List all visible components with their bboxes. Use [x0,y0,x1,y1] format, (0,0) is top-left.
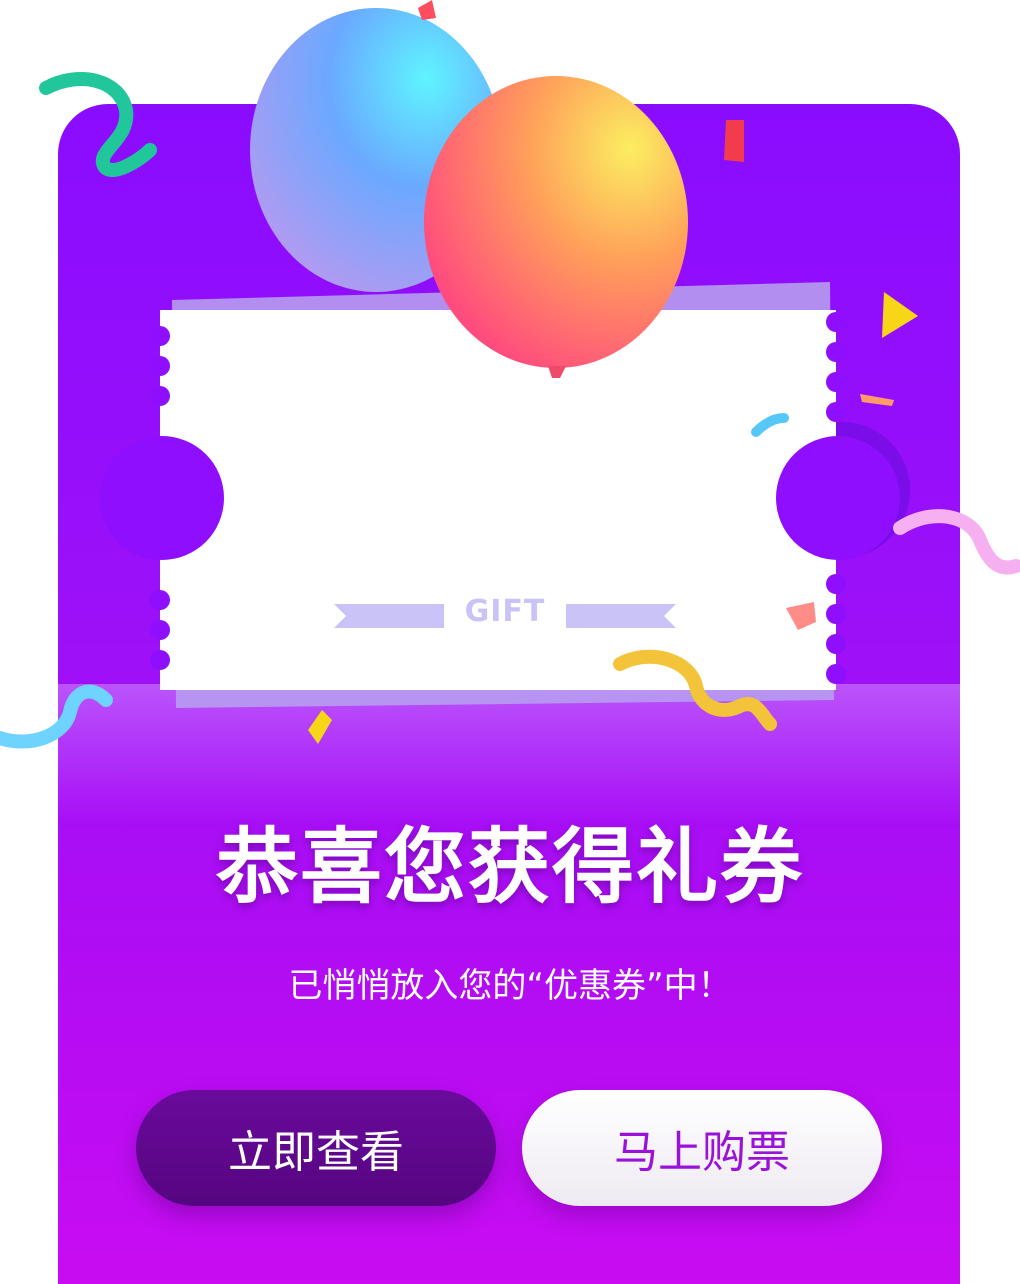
popup-subtitle: 已悄悄放入您的“优惠券”中！ [288,966,732,1006]
popup-title: 恭喜您获得礼券 [215,819,804,915]
view-now-button[interactable]: 立即查看 [136,1090,496,1206]
buy-ticket-button[interactable]: 马上购票 [522,1090,882,1206]
gift-coupon-popup: GIFT 恭喜您获得礼券 已悄悄放入您的“优惠券”中！ 立即查看 马上购票 [0,0,1020,1284]
gift-label: GIFT [464,594,546,629]
